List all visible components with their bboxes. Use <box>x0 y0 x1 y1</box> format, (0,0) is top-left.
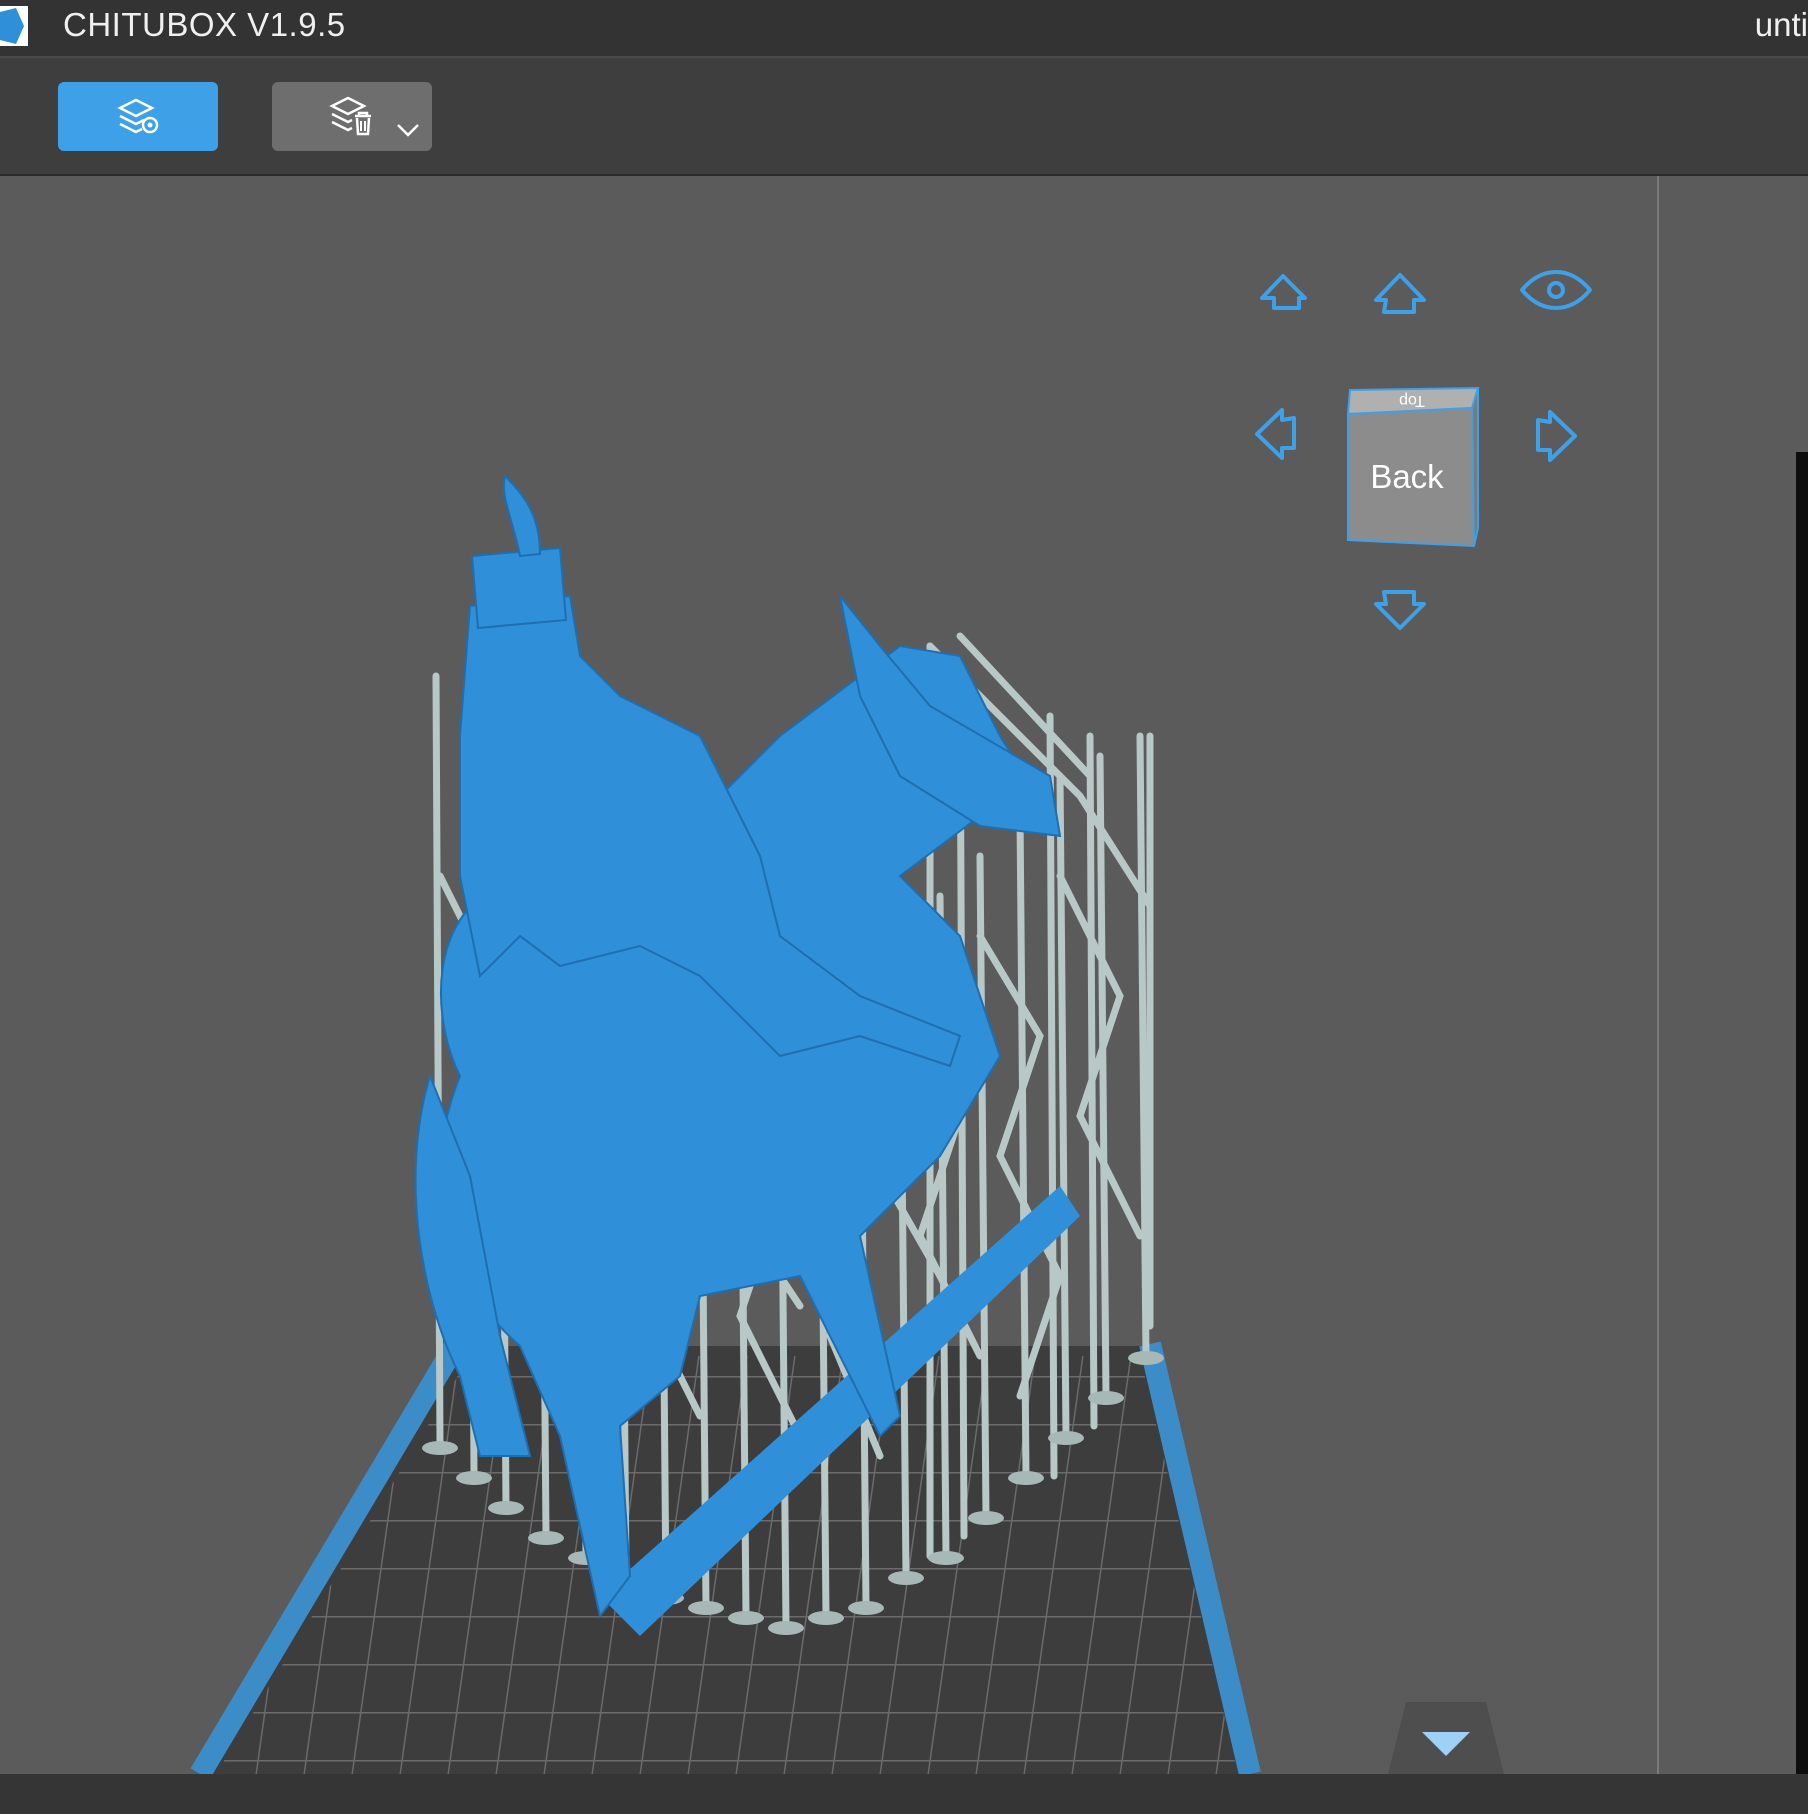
layers-settings-icon <box>117 98 159 134</box>
slice-button[interactable] <box>58 82 218 151</box>
rotate-right-icon[interactable] <box>1536 410 1577 462</box>
build-plate-grid <box>216 1356 1238 1774</box>
toolbar <box>0 58 1808 176</box>
viewport-divider <box>1657 176 1659 1774</box>
print-scene[interactable]: Top <box>0 176 1808 1774</box>
home-icon[interactable] <box>1260 274 1307 310</box>
side-panel-edge <box>1796 452 1808 1774</box>
app-title: CHITUBOX V1.9.5 <box>63 6 346 43</box>
rotate-up-icon[interactable] <box>1374 273 1426 314</box>
layers-trash-icon <box>329 96 371 136</box>
3d-viewport[interactable]: Top Back <box>0 176 1808 1774</box>
cube-front-label[interactable]: Back <box>1350 458 1464 496</box>
file-title: unti <box>1754 6 1808 43</box>
title-bar: CHITUBOX V1.9.5 unti <box>0 0 1808 58</box>
delete-supports-button[interactable] <box>272 82 432 151</box>
rotate-down-icon[interactable] <box>1374 590 1426 630</box>
chevron-down-icon[interactable] <box>396 122 420 138</box>
cube-top-label: Top <box>1399 392 1425 409</box>
eye-icon[interactable] <box>1520 270 1592 310</box>
chitubox-logo-icon <box>0 6 28 46</box>
status-bar <box>0 1774 1808 1814</box>
rotate-left-icon[interactable] <box>1255 408 1296 460</box>
layer-panel-toggle[interactable] <box>1388 1702 1504 1774</box>
